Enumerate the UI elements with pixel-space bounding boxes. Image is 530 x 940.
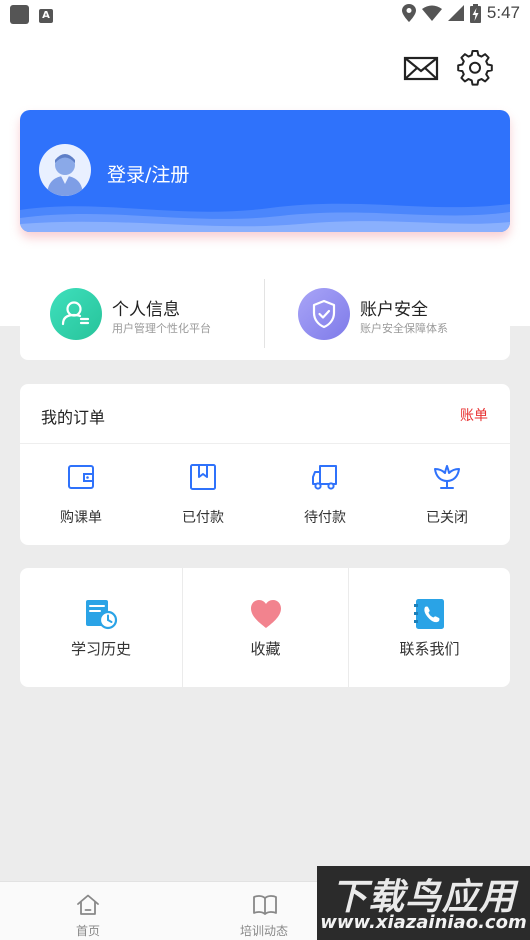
notification-a-icon: A [39,8,53,23]
home-icon [77,894,99,915]
order-paid-label: 已付款 [182,510,224,526]
order-course-cart-label: 购课单 [60,510,102,526]
site-watermark: 下载鸟应用 www.xiazainiao.com [317,866,530,940]
personal-info-entry[interactable]: 个人信息 用户管理个性化平台 [20,267,264,360]
contact-us-label: 联系我们 [399,640,460,658]
box-icon [190,464,216,490]
flower-icon [434,465,460,489]
user-profile-icon [50,288,102,340]
wifi-icon [421,5,442,21]
order-pending-label: 待付款 [304,510,346,526]
wave-decoration [20,203,510,232]
study-history-icon [86,600,118,630]
account-security-entry[interactable]: 账户安全 账户安全保障体系 [268,267,512,360]
nav-home[interactable]: 首页 [0,882,176,940]
my-orders-card: 我的订单 账单 购课单 已付款 待付款 已关闭 [20,384,510,545]
status-notifications: A [10,5,53,24]
order-closed[interactable]: 已关闭 [386,444,508,545]
status-indicators: 5:47 [401,3,520,23]
mail-icon[interactable] [403,50,439,86]
location-icon [401,4,416,22]
login-card[interactable]: 登录/注册 [20,110,510,232]
personal-info-title: 个人信息 [112,300,180,320]
info-divider [264,279,265,348]
default-avatar-icon [47,154,83,196]
account-security-subtitle: 账户安全保障体系 [360,322,448,335]
status-bar: A 5:47 [0,0,530,28]
order-paid[interactable]: 已付款 [142,444,264,545]
study-history-entry[interactable]: 学习历史 [20,568,182,687]
status-time: 5:47 [486,3,520,22]
signal-icon [447,5,464,21]
order-course-cart[interactable]: 购课单 [20,444,142,545]
gear-icon[interactable] [457,50,493,86]
favorites-entry[interactable]: 收藏 [183,568,348,687]
favorites-label: 收藏 [250,640,281,658]
book-icon [253,895,277,915]
study-history-label: 学习历史 [70,640,131,658]
notification-app-icon [10,5,29,24]
orders-title: 我的订单 [41,408,106,427]
truck-icon [312,465,337,490]
personal-info-subtitle: 用户管理个性化平台 [112,322,211,335]
wallet-icon [68,465,94,489]
contact-us-entry[interactable]: 联系我们 [349,568,510,687]
order-closed-label: 已关闭 [426,510,468,526]
order-pending-payment[interactable]: 待付款 [264,444,386,545]
avatar[interactable] [39,144,91,196]
services-card: 学习历史 收藏 联系我们 [20,568,510,687]
account-info-card: 个人信息 用户管理个性化平台 账户安全 账户安全保障体系 [20,267,510,360]
nav-home-label: 首页 [75,924,100,938]
shield-check-icon [298,288,350,340]
account-security-title: 账户安全 [360,300,428,320]
heart-icon [251,600,281,628]
login-register-link[interactable]: 登录/注册 [107,160,189,187]
phone-book-icon [414,599,444,629]
watermark-url: www.xiazainiao.com [320,912,527,933]
battery-charging-icon [469,3,481,23]
bill-link[interactable]: 账单 [460,405,488,425]
